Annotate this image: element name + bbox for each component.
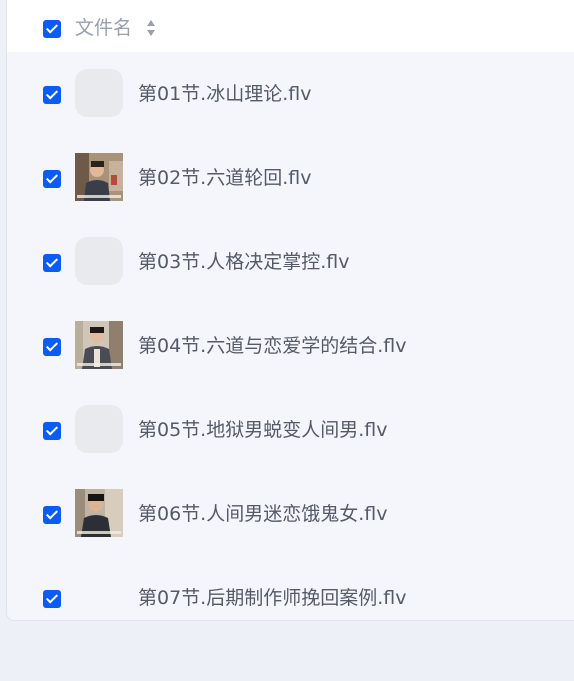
file-thumbnail-placeholder xyxy=(75,237,123,285)
row-checkbox[interactable] xyxy=(43,506,61,524)
file-name[interactable]: 第01节.冰山理论.flv xyxy=(138,81,311,107)
list-item[interactable]: 第06节.人间男迷恋饿鬼女.flv xyxy=(7,472,574,556)
video-thumbnail xyxy=(75,489,123,537)
row-checkbox[interactable] xyxy=(43,422,61,440)
file-name[interactable]: 第05节.地狱男蜕变人间男.flv xyxy=(138,417,387,443)
file-thumbnail-empty xyxy=(75,573,123,621)
list-item[interactable]: 第02节.六道轮回.flv xyxy=(7,136,574,220)
video-thumbnail xyxy=(75,321,123,369)
file-thumbnail-placeholder xyxy=(75,69,123,117)
list-item[interactable]: 第03节.人格决定掌控.flv xyxy=(7,220,574,304)
list-item[interactable]: 第04节.六道与恋爱学的结合.flv xyxy=(7,304,574,388)
row-checkbox[interactable] xyxy=(43,338,61,356)
list-item[interactable]: 第05节.地狱男蜕变人间男.flv xyxy=(7,388,574,472)
row-checkbox[interactable] xyxy=(43,170,61,188)
file-thumbnail-placeholder xyxy=(75,405,123,453)
file-name[interactable]: 第06节.人间男迷恋饿鬼女.flv xyxy=(138,501,387,527)
file-list-panel: 文件名 第01节.冰山理论.flv 第02节.六道轮回.flv 第03节.人格决… xyxy=(6,0,574,621)
video-thumbnail xyxy=(75,153,123,201)
row-checkbox[interactable] xyxy=(43,86,61,104)
file-list-header: 文件名 xyxy=(7,0,574,52)
sort-updown-icon[interactable] xyxy=(146,19,156,37)
list-item[interactable]: 第01节.冰山理论.flv xyxy=(7,52,574,136)
file-name[interactable]: 第03节.人格决定掌控.flv xyxy=(138,249,349,275)
select-all-checkbox[interactable] xyxy=(43,20,61,38)
filename-column-header[interactable]: 文件名 xyxy=(75,15,132,41)
row-checkbox[interactable] xyxy=(43,590,61,608)
file-name[interactable]: 第04节.六道与恋爱学的结合.flv xyxy=(138,333,406,359)
list-item[interactable]: 第07节.后期制作师挽回案例.flv xyxy=(7,556,574,640)
file-name[interactable]: 第02节.六道轮回.flv xyxy=(138,165,311,191)
row-checkbox[interactable] xyxy=(43,254,61,272)
file-name[interactable]: 第07节.后期制作师挽回案例.flv xyxy=(138,585,406,611)
